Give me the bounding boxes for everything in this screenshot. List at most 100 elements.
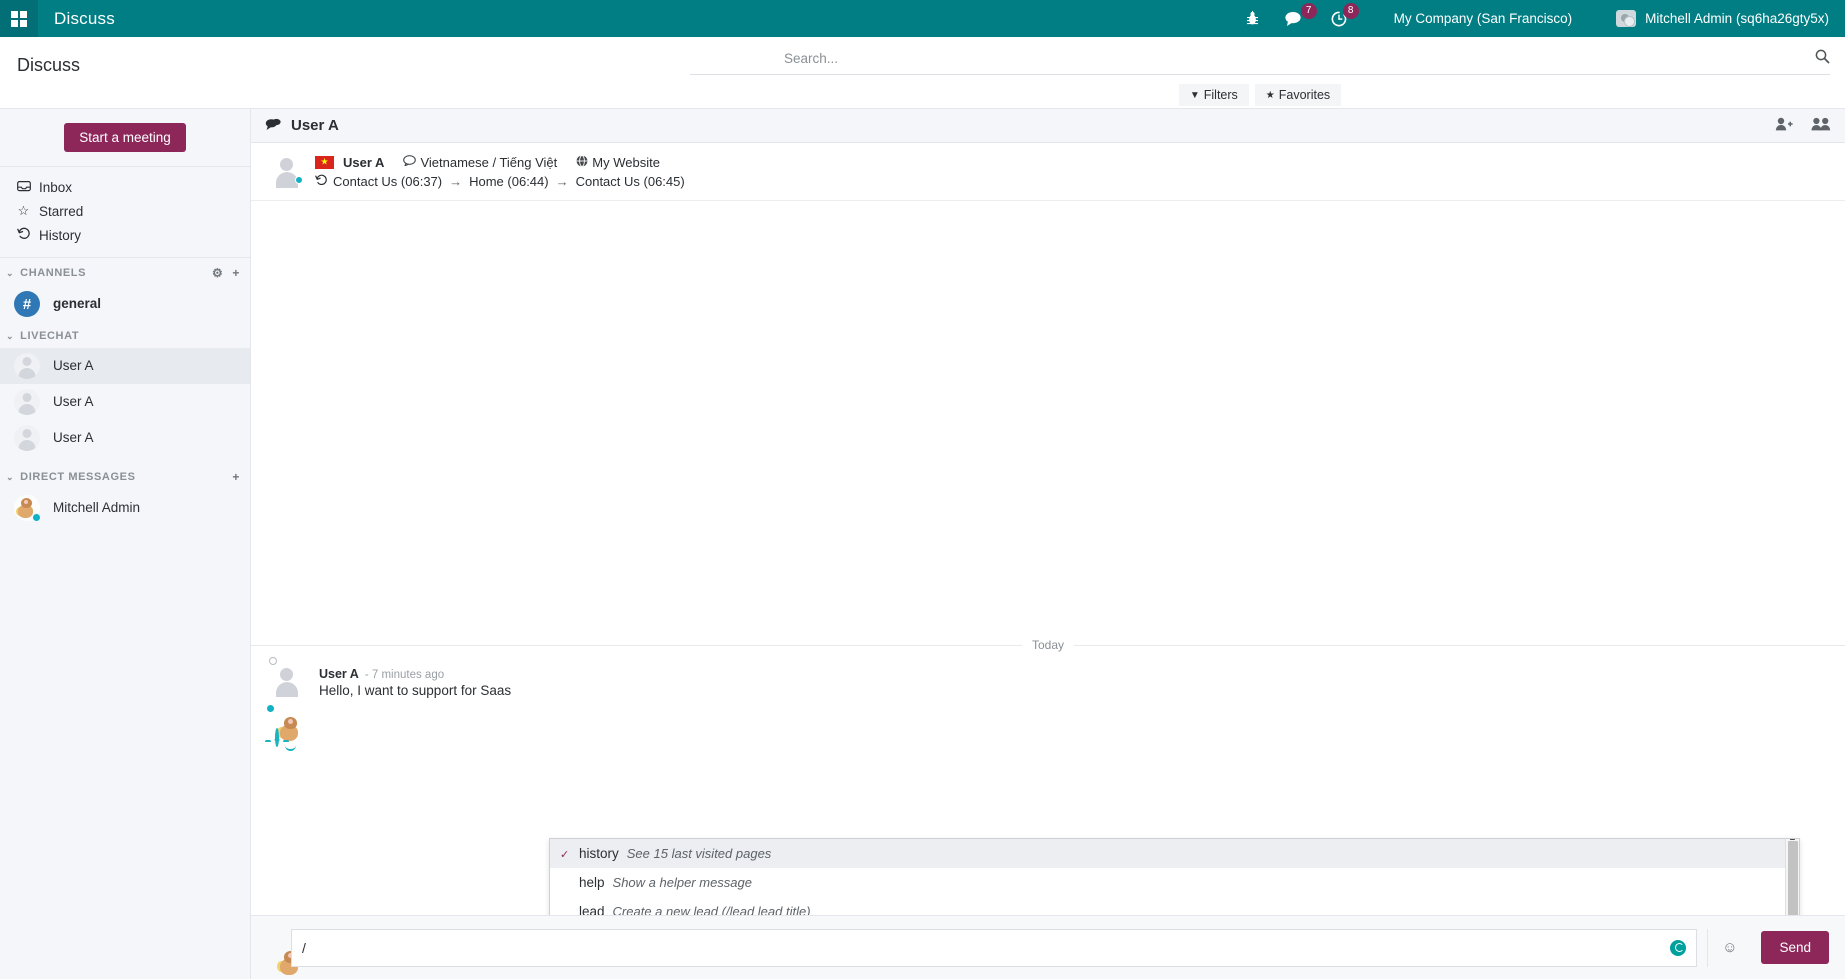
scrollbar-thumb[interactable]: [1788, 841, 1798, 915]
user-menu-label: Mitchell Admin (sq6ha26gty5x): [1645, 11, 1829, 26]
gear-icon[interactable]: ⚙: [212, 266, 223, 280]
plus-icon[interactable]: +: [232, 470, 240, 484]
add-user-glyph: [1775, 117, 1793, 131]
activities-count-badge: 8: [1343, 3, 1359, 19]
visitor-website-label: My Website: [592, 155, 660, 170]
group-title-livechat[interactable]: LIVECHAT: [20, 330, 79, 342]
messages-menu-button[interactable]: 7: [1285, 11, 1305, 27]
search-input[interactable]: [690, 51, 1815, 66]
sidebar-item-inbox[interactable]: Inbox: [0, 176, 250, 199]
activities-menu-button[interactable]: 8: [1331, 11, 1347, 27]
message-composer: ☺ Send: [251, 915, 1845, 979]
composer-tools: ☺ Send: [1697, 929, 1829, 967]
online-status-dot: [295, 176, 303, 184]
search-facets: ▼ Filters ★ Favorites: [690, 84, 1830, 106]
chevron-down-icon[interactable]: ⌄: [6, 268, 14, 279]
sidebar-group-channels: ⌄ CHANNELS ⚙ + # general: [0, 258, 250, 322]
group-actions-direct-messages: +: [232, 470, 240, 484]
message-item-bot: ♥: [251, 716, 1845, 747]
command-item-history[interactable]: ✓ history See 15 last visited pages: [550, 839, 1785, 868]
group-header-livechat: ⌄ LIVECHAT: [0, 322, 250, 348]
bug-glyph: [1246, 11, 1259, 26]
page-title: User A: [291, 117, 339, 134]
sidebar-group-direct-messages: ⌄ DIRECT MESSAGES + Mitchell Admin: [0, 462, 250, 526]
search-bar[interactable]: [690, 49, 1830, 75]
filters-dropdown[interactable]: ▼ Filters: [1179, 84, 1249, 106]
company-switcher[interactable]: My Company (San Francisco): [1394, 11, 1573, 26]
sidebar-item-livechat-1[interactable]: User A: [0, 348, 250, 384]
star-icon: ★: [1266, 90, 1275, 101]
composer-input-box[interactable]: [291, 929, 1697, 967]
message-body: User A - 7 minutes ago Hello, I want to …: [319, 667, 1829, 698]
check-icon: ✓: [560, 848, 571, 861]
sidebar-group-livechat: ⌄ LIVECHAT User A User A User A: [0, 322, 250, 456]
visitor-info-banner: User A Vietnamese / Tiếng Việt: [251, 143, 1845, 201]
chevron-down-icon[interactable]: ⌄: [6, 331, 14, 342]
visitor-page-2: Home (06:44): [469, 174, 548, 189]
navbar-right-group: 7 8 My Company (San Francisco) Mitchell …: [1233, 10, 1845, 27]
composer-input[interactable]: [302, 940, 1670, 956]
start-meeting-button[interactable]: Start a meeting: [64, 123, 186, 152]
sidebar-item-label-inbox: Inbox: [39, 180, 72, 195]
top-navbar: Discuss 7: [0, 0, 1845, 37]
messages-container: User A - 7 minutes ago Hello, I want to …: [251, 661, 1845, 747]
members-group-icon[interactable]: [1811, 117, 1831, 135]
command-item-help[interactable]: help Show a helper message: [550, 868, 1785, 897]
message-avatar: ♥: [275, 730, 303, 745]
command-popup-scrollbar[interactable]: ▲ ▼: [1785, 839, 1799, 915]
visitor-name: User A: [343, 155, 384, 170]
emoji-smiley-icon[interactable]: ☺: [1707, 929, 1751, 967]
command-item-lead[interactable]: lead Create a new lead (/lead lead title…: [550, 897, 1785, 915]
message-list[interactable]: Today User A - 7 minutes a: [251, 201, 1845, 915]
day-separator-line-left: [251, 645, 1022, 646]
history-arrow-2: →: [554, 174, 571, 189]
pet-avatar-icon: [14, 495, 40, 521]
search-panel: ▼ Filters ★ Favorites: [690, 49, 1830, 106]
history-clock-icon: [16, 227, 31, 243]
command-name-help: help: [579, 875, 605, 890]
command-name-lead: lead: [579, 904, 605, 915]
apps-menu-button[interactable]: [0, 0, 38, 37]
sidebar-item-starred[interactable]: ☆ Starred: [0, 199, 250, 223]
search-glyph: [1815, 49, 1830, 64]
sidebar-item-label-mitchell-admin: Mitchell Admin: [53, 501, 140, 515]
chat-bubbles-glyph: [265, 118, 281, 131]
sidebar-item-label-livechat-1: User A: [53, 359, 94, 373]
avatar: [1616, 10, 1636, 27]
apps-grid-icon: [11, 11, 27, 27]
command-suggestion-popup[interactable]: ✓ history See 15 last visited pages help…: [549, 838, 1800, 915]
bug-icon[interactable]: [1246, 11, 1259, 26]
navbar-app-title[interactable]: Discuss: [54, 9, 115, 29]
online-status-dot: [32, 513, 41, 522]
search-icon[interactable]: [1815, 49, 1830, 68]
sidebar-item-livechat-2[interactable]: User A: [0, 384, 250, 420]
plus-icon[interactable]: +: [232, 266, 240, 280]
group-title-channels[interactable]: CHANNELS: [20, 267, 86, 279]
message-item: User A - 7 minutes ago Hello, I want to …: [251, 661, 1845, 700]
user-menu-button[interactable]: Mitchell Admin (sq6ha26gty5x): [1616, 10, 1829, 27]
visitor-avatar: [275, 156, 301, 188]
visitor-primary-line: User A Vietnamese / Tiếng Việt: [315, 155, 685, 170]
favorites-label: Favorites: [1279, 88, 1330, 102]
group-title-direct-messages[interactable]: DIRECT MESSAGES: [20, 471, 135, 483]
add-user-icon[interactable]: [1775, 117, 1793, 135]
message-avatar: [275, 667, 303, 698]
visitor-history-line: Contact Us (06:37) → Home (06:44) → Cont…: [315, 174, 685, 189]
command-desc-lead: Create a new lead (/lead lead title): [613, 904, 811, 915]
history-glyph: [315, 174, 328, 186]
person-avatar-icon: [14, 353, 40, 379]
inbox-icon: [16, 180, 31, 195]
thread-header: User A: [251, 109, 1845, 143]
day-separator-line-right: [1074, 645, 1845, 646]
sidebar-item-history[interactable]: History: [0, 223, 250, 247]
chevron-down-icon[interactable]: ⌄: [6, 472, 14, 483]
message-author: User A: [319, 667, 359, 681]
command-name-history: history: [579, 846, 619, 861]
send-button[interactable]: Send: [1761, 931, 1829, 964]
person-avatar-icon: [14, 389, 40, 415]
favorites-dropdown[interactable]: ★ Favorites: [1255, 84, 1341, 106]
filters-label: Filters: [1204, 88, 1238, 102]
sidebar-item-mitchell-admin[interactable]: Mitchell Admin: [0, 490, 250, 526]
sidebar-item-livechat-3[interactable]: User A: [0, 420, 250, 456]
sidebar-item-general[interactable]: # general: [0, 286, 250, 322]
